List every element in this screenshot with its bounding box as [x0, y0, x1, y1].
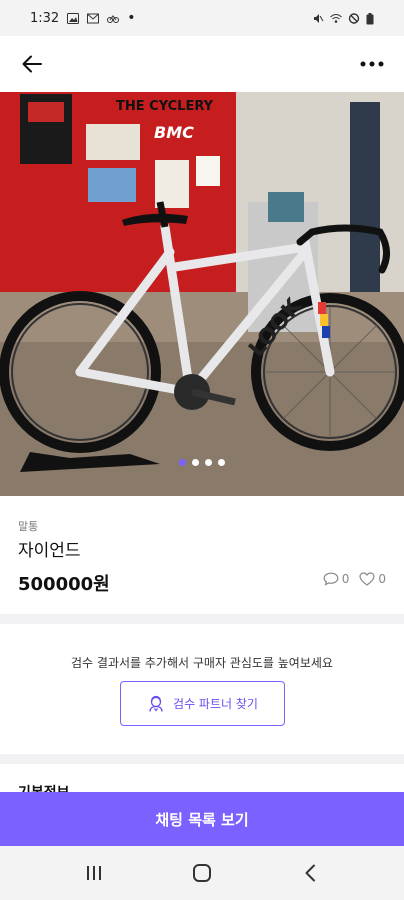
wifi-icon — [330, 13, 342, 24]
arrow-left-icon — [22, 55, 42, 73]
heart-icon — [359, 572, 375, 586]
back-button[interactable] — [16, 48, 48, 80]
mail-notification-icon — [87, 13, 100, 24]
chevron-left-icon — [305, 864, 315, 882]
recent-apps-icon — [87, 866, 101, 880]
system-back-button[interactable] — [290, 853, 330, 893]
find-inspection-partner-button[interactable]: 검수 파트너 찾기 — [120, 681, 285, 726]
carousel-dot[interactable] — [192, 459, 199, 466]
product-photo: THE CYCLERY BMC LOOK — [0, 92, 404, 496]
chat-bubble-icon — [323, 572, 339, 586]
app-bar — [0, 36, 404, 92]
comments-stat[interactable]: 0 — [323, 572, 350, 586]
inspection-section: 검수 결과서를 추가해서 구매자 관심도를 높여보세요 검수 파트너 찾기 — [0, 624, 404, 754]
carousel-dot[interactable] — [205, 459, 212, 466]
gallery-notification-icon — [67, 12, 80, 24]
carousel-dot[interactable] — [218, 459, 225, 466]
product-stats: 0 0 — [323, 572, 386, 586]
section-divider — [0, 614, 404, 624]
more-horizontal-icon — [360, 61, 384, 67]
bike-notification-icon — [107, 13, 120, 24]
more-notifications-dot-icon: • — [127, 10, 136, 26]
find-inspection-partner-label: 검수 파트너 찾기 — [173, 697, 258, 711]
product-info: 말통 자이언드 500000원 0 0 — [0, 496, 404, 614]
mute-icon — [312, 13, 324, 24]
status-bar: 1:32 • — [0, 0, 404, 36]
view-chat-list-label: 채팅 목록 보기 — [155, 810, 249, 829]
system-nav-bar — [0, 846, 404, 900]
do-not-disturb-icon — [348, 12, 360, 24]
carousel-dot[interactable] — [179, 459, 186, 466]
product-photo-carousel[interactable]: THE CYCLERY BMC LOOK — [0, 92, 404, 496]
status-left: 1:32 • — [30, 10, 135, 26]
product-title: 자이언드 — [18, 541, 81, 561]
home-button[interactable] — [182, 853, 222, 893]
inspector-icon — [149, 695, 163, 712]
carousel-indicator — [0, 459, 404, 466]
recent-apps-button[interactable] — [74, 853, 114, 893]
product-category: 말통 — [18, 520, 39, 533]
photo-brand-text: BMC — [154, 123, 194, 142]
view-chat-list-button[interactable]: 채팅 목록 보기 — [0, 792, 404, 846]
product-price: 500000원 — [18, 574, 110, 595]
battery-icon — [366, 12, 378, 24]
home-icon — [193, 864, 211, 882]
section-divider — [0, 754, 404, 764]
likes-count: 0 — [378, 572, 386, 586]
status-time: 1:32 — [30, 10, 60, 26]
inspection-prompt: 검수 결과서를 추가해서 구매자 관심도를 높여보세요 — [71, 656, 333, 670]
photo-sign-text: THE CYCLERY — [116, 99, 214, 114]
likes-stat[interactable]: 0 — [359, 572, 386, 586]
comments-count: 0 — [341, 572, 350, 586]
status-right — [312, 12, 378, 24]
more-options-button[interactable] — [356, 48, 388, 80]
